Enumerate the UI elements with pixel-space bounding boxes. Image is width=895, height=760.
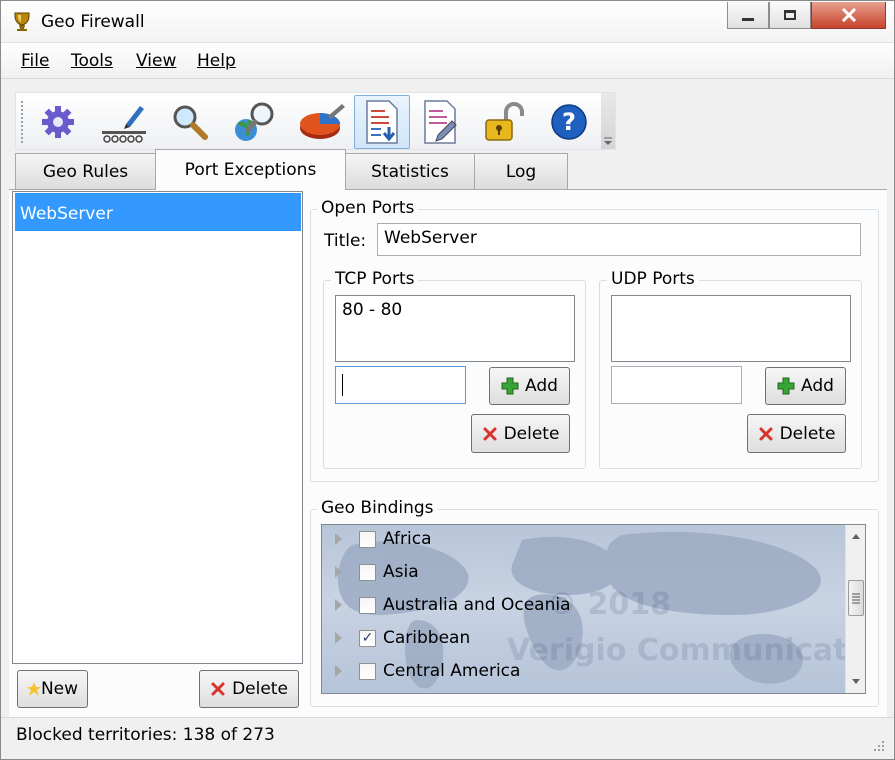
scroll-up-arrow-icon[interactable] <box>846 527 866 545</box>
geo-item-asia[interactable]: Asia <box>322 556 842 588</box>
maximize-button[interactable] <box>769 2 811 29</box>
delete-x-icon <box>483 427 497 440</box>
geo-checkbox[interactable] <box>359 563 376 581</box>
geo-item-caribbean[interactable]: ✓ Caribbean <box>322 622 842 654</box>
grip-lines-icon <box>852 593 860 604</box>
text-cursor <box>342 374 343 396</box>
menu-bar: File Tools View Help <box>1 43 894 79</box>
unlock-button[interactable] <box>476 95 532 149</box>
delete-exception-button[interactable]: Delete <box>199 670 299 708</box>
resize-grip-icon[interactable] <box>870 737 886 753</box>
expand-arrow-icon[interactable] <box>335 632 342 644</box>
geo-bindings-tree[interactable]: © 2018 Verigio Communications Inc. Afric… <box>321 524 866 694</box>
scroll-down-arrow-icon[interactable] <box>846 673 866 691</box>
expand-arrow-icon[interactable] <box>335 599 342 611</box>
menu-file[interactable]: File <box>21 51 49 71</box>
geo-checkbox[interactable] <box>359 662 376 680</box>
geo-scrollbar[interactable] <box>845 525 865 693</box>
delete-x-icon <box>759 427 773 440</box>
list-item[interactable]: WebServer <box>15 193 301 231</box>
tcp-delete-button[interactable]: Delete <box>471 414 570 453</box>
open-ports-label: Open Ports <box>317 198 419 218</box>
main-window: Geo Firewall File Tools View Help ? Geo … <box>0 0 895 760</box>
geo-item-australia-oceania[interactable]: Australia and Oceania <box>322 589 842 621</box>
udp-port-input[interactable] <box>611 366 742 404</box>
status-text: Blocked territories: 138 of 273 <box>16 725 275 745</box>
help-button[interactable]: ? <box>541 95 597 149</box>
edit-rules-icon <box>102 106 146 143</box>
export-list-icon <box>424 100 457 144</box>
menu-tools[interactable]: Tools <box>71 51 113 71</box>
geo-lookup-button[interactable] <box>228 95 284 149</box>
status-bar: Blocked territories: 138 of 273 <box>1 717 894 759</box>
tcp-ports-list[interactable]: 80 - 80 <box>335 295 575 362</box>
import-list-button[interactable] <box>354 95 410 149</box>
toolbar-grip[interactable] <box>21 101 24 143</box>
chevron-down-icon <box>604 137 612 145</box>
svg-text:?: ? <box>562 108 576 136</box>
close-button[interactable] <box>811 2 886 29</box>
search-icon <box>173 105 208 140</box>
udp-add-button[interactable]: Add <box>765 367 846 405</box>
globe-lookup-icon <box>235 102 274 141</box>
add-plus-icon <box>777 377 795 395</box>
toolbar-overflow-button[interactable] <box>601 93 615 149</box>
exceptions-list[interactable]: WebServer <box>12 191 303 664</box>
tab-log[interactable]: Log <box>474 153 568 190</box>
expand-arrow-icon[interactable] <box>335 566 342 578</box>
menu-help[interactable]: Help <box>197 51 236 71</box>
udp-ports-label: UDP Ports <box>607 269 699 289</box>
scrollbar-thumb[interactable] <box>848 580 864 616</box>
maximize-icon <box>784 10 796 20</box>
minimize-button[interactable] <box>727 2 769 29</box>
add-plus-icon <box>501 377 519 395</box>
import-list-icon <box>366 100 398 144</box>
settings-button[interactable] <box>30 95 86 149</box>
geo-item-central-america[interactable]: Central America <box>322 655 842 687</box>
search-button[interactable] <box>162 95 218 149</box>
geo-item-africa[interactable]: Africa <box>322 525 842 555</box>
udp-ports-list[interactable] <box>611 295 851 362</box>
edit-rules-button[interactable] <box>96 95 152 149</box>
export-list-button[interactable] <box>412 95 468 149</box>
settings-gear-icon <box>42 106 74 138</box>
geo-checkbox[interactable]: ✓ <box>359 629 376 647</box>
minimize-icon <box>742 17 754 21</box>
expand-arrow-icon[interactable] <box>335 665 342 677</box>
list-item[interactable]: 80 - 80 <box>342 300 568 320</box>
title-input[interactable]: WebServer <box>377 223 861 256</box>
statistics-button[interactable] <box>294 95 350 149</box>
new-star-icon <box>26 682 41 696</box>
menu-view[interactable]: View <box>136 51 176 71</box>
title-label: Title: <box>324 231 367 251</box>
checkmark-icon: ✓ <box>361 630 374 646</box>
tcp-ports-label: TCP Ports <box>331 269 419 289</box>
new-button[interactable]: New <box>17 670 88 708</box>
geo-bindings-label: Geo Bindings <box>317 498 438 518</box>
tcp-port-input[interactable] <box>335 366 466 404</box>
tcp-add-button[interactable]: Add <box>489 367 570 405</box>
expand-arrow-icon[interactable] <box>335 533 342 545</box>
help-icon: ? <box>551 104 587 140</box>
title-bar: Geo Firewall <box>1 1 894 43</box>
udp-delete-button[interactable]: Delete <box>747 414 846 453</box>
delete-x-icon <box>211 682 225 696</box>
statistics-pie-chart-icon <box>300 104 345 139</box>
tab-statistics[interactable]: Statistics <box>345 153 475 190</box>
toolbar: ? <box>15 92 616 150</box>
close-icon <box>841 8 856 22</box>
trophy-shield-icon <box>14 12 30 31</box>
geo-checkbox[interactable] <box>359 596 376 614</box>
window-title: Geo Firewall <box>41 12 145 32</box>
unlock-padlock-icon <box>485 102 524 141</box>
geo-checkbox[interactable] <box>359 530 376 548</box>
tab-port-exceptions[interactable]: Port Exceptions <box>155 149 346 190</box>
tab-geo-rules[interactable]: Geo Rules <box>15 153 156 190</box>
